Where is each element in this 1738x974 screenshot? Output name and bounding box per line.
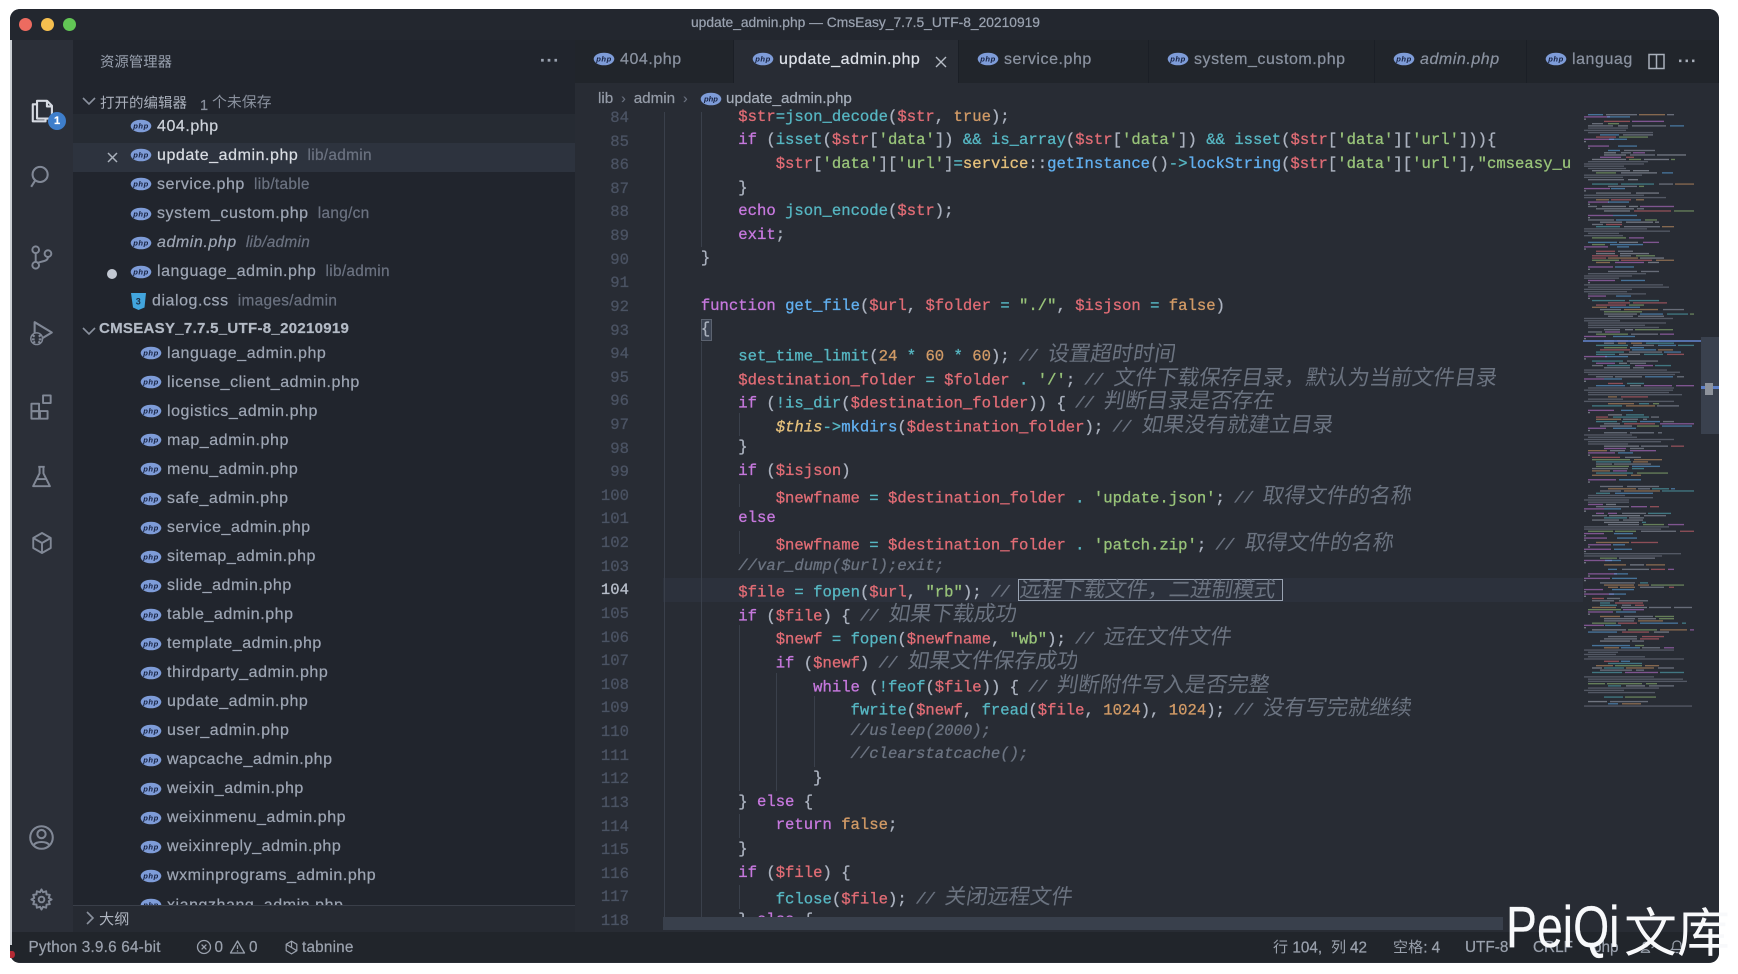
svg-text:php: php [142,785,159,794]
svg-text:php: php [142,581,159,590]
svg-text:php: php [132,209,149,218]
svg-text:php: php [142,610,159,619]
svg-text:php: php [132,238,149,247]
svg-text:php: php [142,349,159,358]
svg-text:php: php [142,378,159,387]
svg-text:php: php [142,523,159,532]
svg-text:php: php [132,122,149,131]
svg-text:php: php [595,55,612,64]
svg-text:php: php [142,843,159,852]
svg-text:php: php [142,407,159,416]
svg-text:php: php [142,872,159,881]
svg-text:php: php [754,55,771,64]
svg-text:php: php [1395,55,1412,64]
svg-text:php: php [142,552,159,561]
svg-text:php: php [979,55,996,64]
svg-text:php: php [142,639,159,648]
svg-text:php: php [703,95,718,104]
svg-text:php: php [142,436,159,445]
svg-text:php: php [142,697,159,706]
svg-text:3: 3 [136,296,142,306]
svg-text:php: php [142,668,159,677]
svg-text:php: php [142,494,159,503]
svg-text:php: php [142,727,159,736]
svg-text:php: php [142,756,159,765]
svg-text:php: php [1169,55,1186,64]
svg-text:php: php [142,465,159,474]
svg-text:php: php [142,814,159,823]
svg-text:php: php [132,267,149,276]
svg-text:php: php [132,180,149,189]
svg-text:php: php [132,151,149,160]
svg-text:php: php [1547,55,1564,64]
